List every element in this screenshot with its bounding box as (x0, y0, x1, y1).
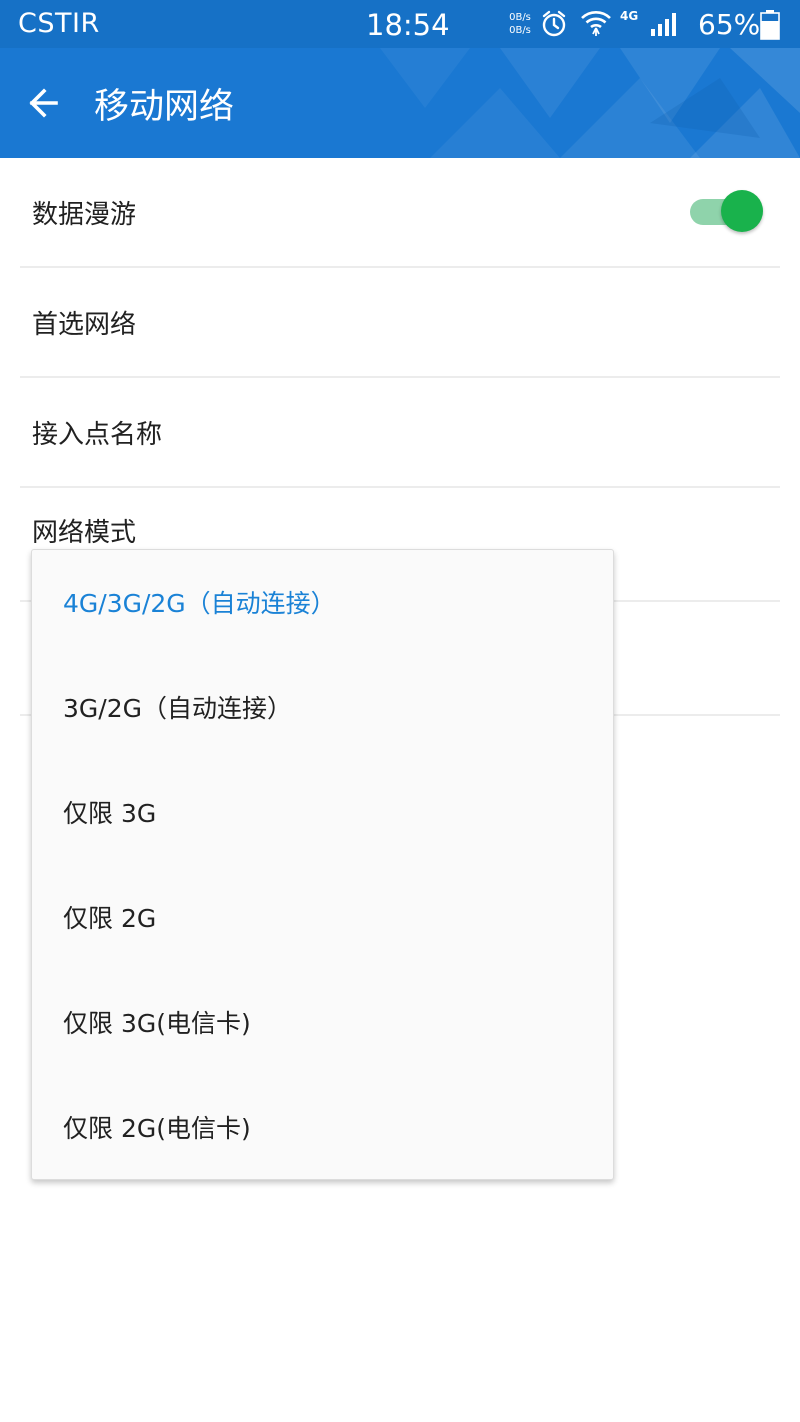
option-label: 3G/2G（自动连接） (63, 694, 292, 723)
data-roaming-toggle[interactable] (688, 190, 764, 234)
setting-label: 数据漫游 (32, 200, 137, 230)
option-label: 仅限 2G(电信卡) (63, 1114, 251, 1143)
signal-icon (651, 13, 676, 36)
setting-label: 接入点名称 (32, 420, 163, 450)
option-label: 仅限 2G (63, 904, 157, 933)
network-mode-option-3g-telecom[interactable]: 仅限 3G(电信卡) (32, 970, 613, 1074)
setting-access-point-name[interactable]: 接入点名称 (0, 378, 800, 488)
status-clock: 18:54 (366, 8, 450, 42)
app-bar: 移动网络 (0, 48, 800, 158)
setting-data-roaming[interactable]: 数据漫游 (0, 158, 800, 268)
network-mode-option-3g-only[interactable]: 仅限 3G (32, 760, 613, 864)
alarm-icon (542, 10, 566, 37)
network-mode-option-3g-2g[interactable]: 3G/2G（自动连接） (32, 655, 613, 759)
setting-label: 网络模式 (32, 518, 137, 548)
network-speed: 0B/s 0B/s (505, 11, 535, 37)
status-bar: CSTIR 18:54 0B/s 0B/s 4G 65% (0, 0, 800, 48)
network-mode-dropdown: 4G/3G/2G（自动连接） 3G/2G（自动连接） 仅限 3G 仅限 2G 仅… (31, 549, 614, 1180)
toggle-thumb (721, 190, 763, 232)
battery-icon (760, 10, 780, 40)
network-type: 4G (620, 9, 639, 23)
setting-preferred-network[interactable]: 首选网络 (0, 268, 800, 378)
carrier-name: CSTIR (18, 8, 100, 39)
setting-label: 首选网络 (32, 310, 137, 340)
back-arrow-icon (29, 88, 58, 118)
back-button[interactable] (22, 81, 70, 125)
network-mode-option-2g-telecom[interactable]: 仅限 2G(电信卡) (32, 1075, 613, 1179)
page-title: 移动网络 (94, 87, 235, 127)
upload-speed: 0B/s (509, 12, 531, 23)
download-speed: 0B/s (509, 25, 531, 36)
option-label: 仅限 3G (63, 799, 157, 828)
network-mode-option-2g-only[interactable]: 仅限 2G (32, 865, 613, 969)
battery-percent: 65% (698, 8, 761, 41)
network-mode-option-4g-3g-2g[interactable]: 4G/3G/2G（自动连接） (32, 550, 613, 654)
wifi-icon (581, 11, 611, 36)
option-label: 仅限 3G(电信卡) (63, 1009, 251, 1038)
option-label: 4G/3G/2G（自动连接） (63, 589, 336, 618)
